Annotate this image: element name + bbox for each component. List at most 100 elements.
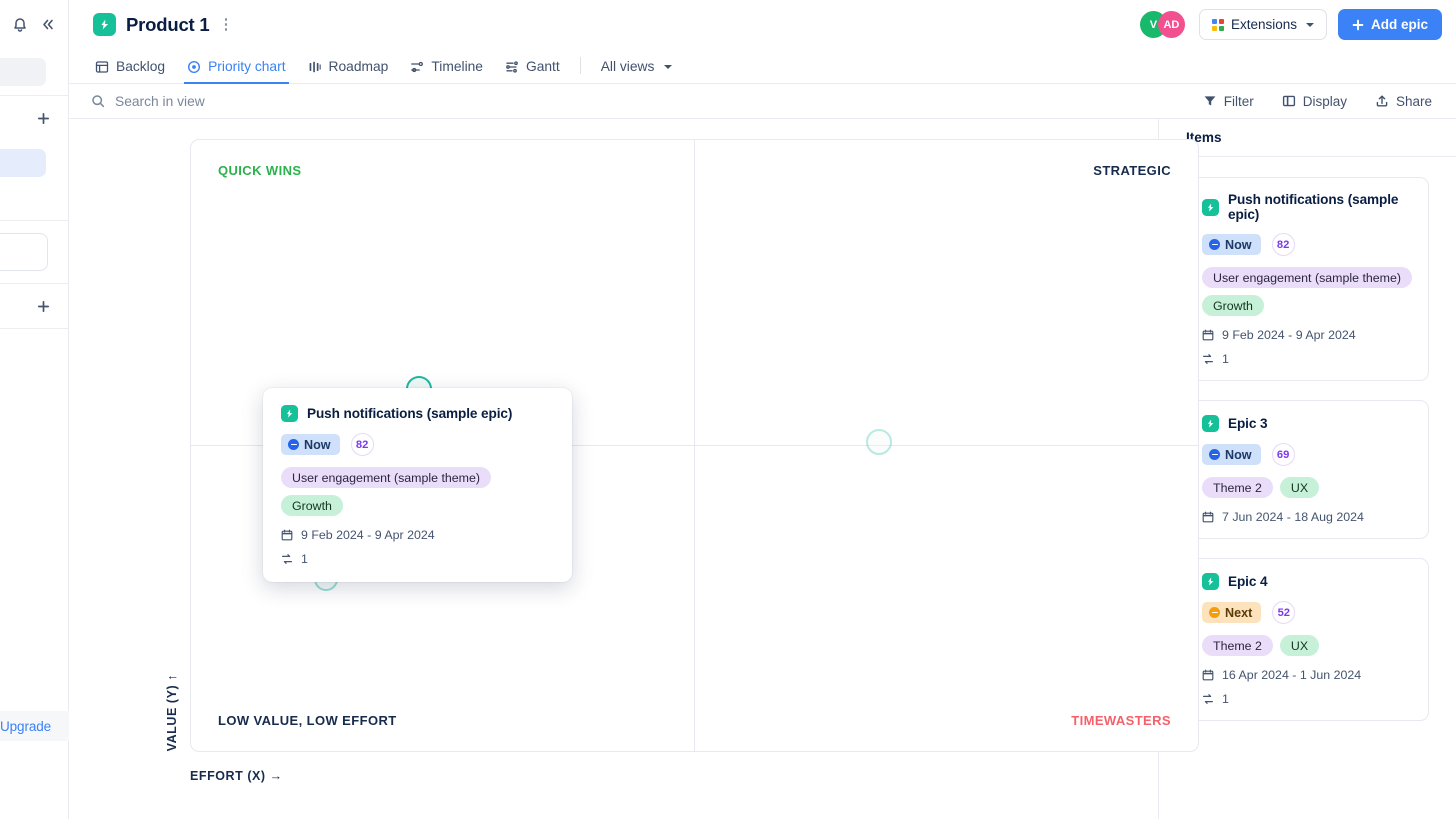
card-links: 1 <box>1202 352 1413 366</box>
card-item-name: Epic 4 <box>1228 574 1268 589</box>
search-input[interactable] <box>115 93 415 109</box>
rail-item-placeholder[interactable] <box>0 58 46 86</box>
date-range: 16 Apr 2024 - 1 Jun 2024 <box>1222 668 1362 682</box>
left-rail: Upgrade <box>0 0 69 819</box>
double-chevron-left-icon[interactable] <box>39 16 56 33</box>
y-axis-label: VALUE (Y) ↑ <box>165 673 179 751</box>
avatar[interactable]: AD <box>1157 11 1185 38</box>
x-axis-label: EFFORT (X) → <box>190 769 283 783</box>
priority-chart: QUICK WINS STRATEGIC LOW VALUE, LOW EFFO… <box>69 119 1199 819</box>
add-epic-button[interactable]: Add epic <box>1337 9 1442 40</box>
tab-timeline[interactable]: Timeline <box>399 59 494 83</box>
rail-section-4 <box>0 284 68 329</box>
tab-backlog[interactable]: Backlog <box>93 59 176 83</box>
upgrade-link[interactable]: Upgrade <box>0 711 69 741</box>
rail-search-box[interactable] <box>0 233 48 271</box>
card-title-row: Epic 3 <box>1202 415 1413 432</box>
more-options-icon[interactable] <box>220 14 233 35</box>
rail-add-button-2[interactable] <box>0 284 68 328</box>
quadrant-label: STRATEGIC <box>1093 163 1171 178</box>
rail-add-button-1[interactable] <box>0 96 68 140</box>
display-button[interactable]: Display <box>1282 94 1347 109</box>
chevron-down-icon <box>664 64 673 69</box>
tab-priority-chart[interactable]: Priority chart <box>176 59 296 84</box>
quadrant-timewasters[interactable]: TIMEWASTERS <box>695 446 1199 752</box>
lightning-bolt-icon <box>1202 573 1219 590</box>
tab-label: Roadmap <box>328 59 389 74</box>
dependency-icon <box>281 553 293 565</box>
app-root: Upgrade Product 1 V AD Extensions Add ep… <box>0 0 1456 819</box>
rail-section-2 <box>0 96 68 221</box>
lightning-bolt-icon <box>1202 415 1219 432</box>
tag: UX <box>1279 477 1320 498</box>
card-dates: 9 Feb 2024 - 9 Apr 2024 <box>1202 328 1413 342</box>
extensions-button[interactable]: Extensions <box>1198 9 1327 40</box>
lightning-bolt-icon <box>93 13 116 36</box>
tab-all-views[interactable]: All views <box>590 59 684 83</box>
page-title: Product 1 <box>126 13 210 35</box>
funnel-icon <box>1204 96 1216 106</box>
card-title-row: Epic 4 <box>1202 573 1413 590</box>
extensions-label: Extensions <box>1230 17 1297 32</box>
item-card[interactable]: Epic 3 Now 69 Theme 2 UX 7 Jun 2024 - 18 Aug … <box>1186 400 1429 539</box>
tag: User engagement (sample theme) <box>1202 267 1413 288</box>
tooltip-tags: User engagement (sample theme) Growth <box>281 467 554 516</box>
rail-top-bar <box>0 0 68 49</box>
view-body: QUICK WINS STRATEGIC LOW VALUE, LOW EFFO… <box>69 119 1456 819</box>
card-item-name: Epic 3 <box>1228 416 1268 431</box>
tab-label: Priority chart <box>208 59 286 74</box>
dependency-icon <box>1202 693 1214 705</box>
quadrant-label: QUICK WINS <box>218 163 302 178</box>
score-badge: 52 <box>1272 601 1296 624</box>
timeline-icon <box>411 61 424 72</box>
item-card[interactable]: Epic 4 Next 52 Theme 2 UX 16 Apr 2024 - 1 Jun… <box>1186 558 1429 721</box>
point-tooltip: Push notifications (sample epic) Now 82 … <box>263 388 572 582</box>
bell-icon[interactable] <box>12 17 28 33</box>
status-badge: Now <box>1202 234 1261 255</box>
card-tags: Theme 2 UX <box>1202 635 1413 656</box>
items-panel-title: Items <box>1159 119 1456 157</box>
calendar-icon <box>1202 669 1214 681</box>
share-label: Share <box>1395 93 1432 109</box>
link-count: 1 <box>1222 352 1229 366</box>
card-tags: Theme 2 UX <box>1202 477 1413 498</box>
score-badge: 82 <box>350 433 374 456</box>
card-tags: User engagement (sample theme) Growth <box>1202 267 1413 316</box>
status-label: Now <box>1225 447 1252 462</box>
rail-item-selected[interactable] <box>0 149 46 177</box>
tab-gantt[interactable]: Gantt <box>494 59 571 83</box>
tab-roadmap[interactable]: Roadmap <box>297 59 400 83</box>
tag: Theme 2 <box>1202 635 1273 656</box>
status-label: Now <box>1225 237 1252 252</box>
filter-button[interactable]: Filter <box>1203 94 1254 109</box>
search-icon <box>92 95 105 108</box>
quadrant-label: TIMEWASTERS <box>1071 713 1171 728</box>
all-views-label: All views <box>600 59 655 74</box>
item-card[interactable]: Push notifications (sample epic) Now 82 Use… <box>1186 177 1429 381</box>
card-status-row: Now 82 <box>1202 233 1413 256</box>
view-tabs: Backlog Priority chart Roadmap Timeline <box>69 49 1456 84</box>
minus-circle-icon <box>1209 239 1220 250</box>
app-header: Product 1 V AD Extensions Add epic <box>69 0 1456 49</box>
score-badge: 82 <box>1271 233 1295 256</box>
card-dates: 7 Jun 2024 - 18 Aug 2024 <box>1202 510 1413 524</box>
minus-circle-icon <box>288 439 299 450</box>
tooltip-title-row: Push notifications (sample epic) <box>281 405 554 422</box>
items-panel: Items Push notifications (sample epic) No… <box>1158 119 1456 819</box>
tab-label: Backlog <box>116 59 166 74</box>
status-label: Next <box>1225 605 1253 620</box>
share-button[interactable]: Share <box>1375 94 1432 109</box>
lightning-bolt-icon <box>1202 198 1219 216</box>
tag: Growth <box>1202 295 1264 316</box>
status-badge: Now <box>281 434 340 455</box>
status-label: Now <box>304 437 331 452</box>
link-count: 1 <box>1222 692 1229 706</box>
gantt-icon <box>506 60 518 73</box>
quadrant-strategic[interactable]: STRATEGIC <box>694 140 1198 446</box>
date-range: 9 Feb 2024 - 9 Apr 2024 <box>1222 328 1356 342</box>
tag: UX <box>1279 635 1320 656</box>
calendar-icon <box>1202 511 1214 523</box>
display-label: Display <box>1302 93 1347 109</box>
rail-section-1 <box>0 58 68 96</box>
chart-point[interactable] <box>865 428 892 455</box>
